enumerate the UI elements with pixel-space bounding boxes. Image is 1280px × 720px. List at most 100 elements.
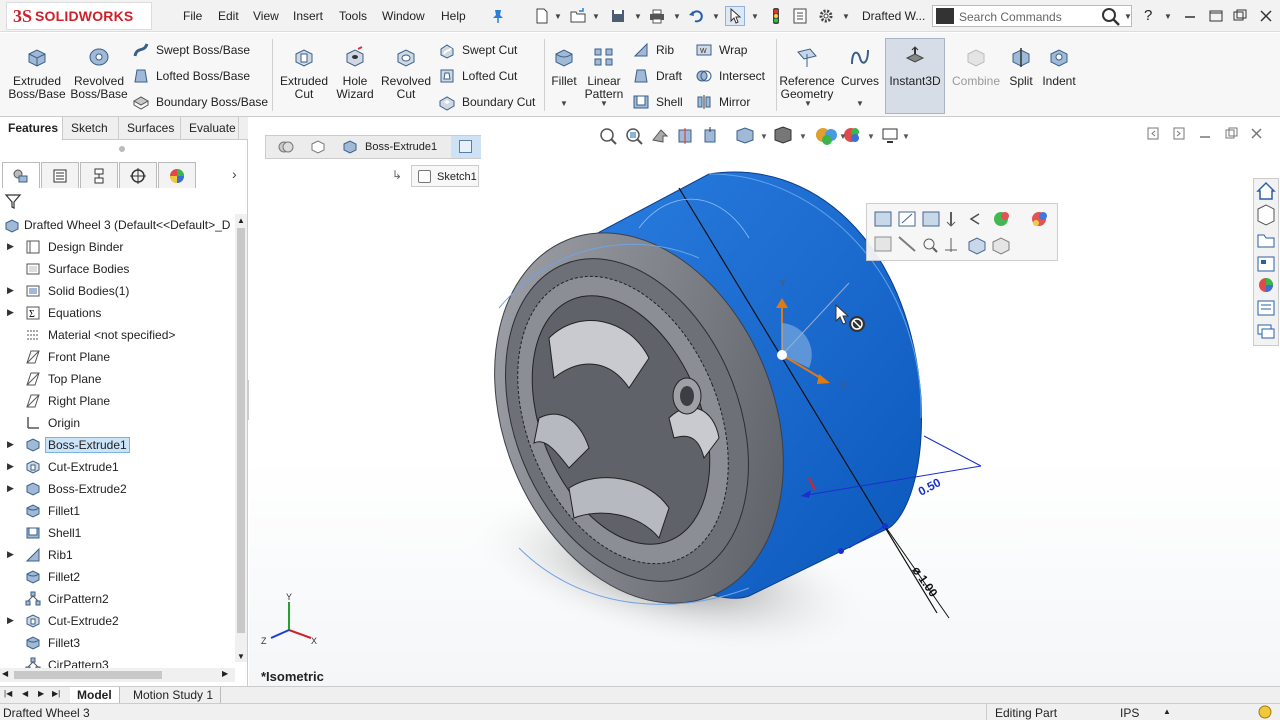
mirror-button[interactable]: Mirror [695, 93, 750, 111]
open-icon[interactable] [568, 6, 588, 26]
scroll-left-icon[interactable]: ◀ [2, 669, 8, 678]
sketch-plane-icon[interactable] [922, 211, 940, 227]
tree-item[interactable]: CirPattern2 [0, 588, 235, 610]
undo-caret-icon[interactable]: ▼ [712, 12, 720, 21]
zoom-selection-icon[interactable] [923, 238, 938, 253]
options-gear-icon[interactable] [816, 6, 836, 26]
search-icon[interactable] [1101, 7, 1121, 30]
boundary-boss-button[interactable]: Boundary Boss/Base [132, 93, 268, 111]
fillet-caret-icon[interactable]: ▼ [560, 99, 568, 108]
curves-caret-icon[interactable]: ▼ [856, 99, 864, 108]
extruded-boss-button[interactable]: Extruded Boss/Base [8, 45, 66, 101]
print-caret-icon[interactable]: ▼ [673, 12, 681, 21]
linear-pattern-button[interactable]: Linear Pattern [582, 45, 626, 101]
tree-item[interactable]: Material <not specified> [0, 324, 235, 346]
extruded-cut-button[interactable]: Extruded Cut [277, 45, 331, 101]
tree-item[interactable]: Front Plane [0, 346, 235, 368]
tab-sketch[interactable]: Sketch [63, 117, 119, 140]
units-caret-icon[interactable]: ▲ [1163, 707, 1171, 716]
tree-item[interactable]: Top Plane [0, 368, 235, 390]
tab-model[interactable]: Model [70, 687, 120, 704]
property-manager-tab-icon[interactable] [41, 162, 79, 188]
tree-item[interactable]: ▶ Σ Equations [0, 302, 235, 324]
expand-arrow-icon[interactable]: ▶ [7, 549, 14, 560]
scroll-down-icon[interactable]: ▼ [237, 652, 245, 661]
swept-cut-button[interactable]: Swept Cut [438, 41, 517, 59]
options-caret-icon[interactable]: ▼ [842, 12, 850, 21]
tree-item[interactable]: ▶ Solid Bodies(1) [0, 280, 235, 302]
tree-item[interactable]: ▶ Cut-Extrude2 [0, 610, 235, 632]
filter-icon[interactable] [4, 192, 22, 213]
intersect-button[interactable]: Intersect [695, 67, 765, 85]
reference-caret-icon[interactable]: ▼ [804, 99, 812, 108]
minimize-icon[interactable] [1180, 6, 1200, 26]
restore-icon[interactable] [1206, 6, 1226, 26]
hide-icon[interactable] [898, 236, 916, 252]
pattern-caret-icon[interactable]: ▼ [600, 99, 608, 108]
indent-button[interactable]: Indent [1040, 45, 1078, 88]
wrap-button[interactable]: W Wrap [695, 41, 747, 59]
maximize-icon[interactable] [1230, 6, 1250, 26]
status-units[interactable]: IPS [1120, 706, 1139, 720]
display-manager-tab-icon[interactable] [158, 162, 196, 188]
search-commands-input[interactable]: Search Commands [932, 5, 1132, 27]
file-explorer-icon[interactable] [1257, 234, 1275, 248]
save-caret-icon[interactable]: ▼ [634, 12, 642, 21]
tab-prev-icon[interactable]: ◀ [22, 689, 28, 698]
select-icon[interactable] [725, 6, 745, 26]
expand-arrow-icon[interactable]: ▶ [7, 307, 14, 318]
rebuild-icon[interactable] [766, 6, 786, 26]
color-wheel-icon[interactable] [1032, 212, 1047, 226]
search-scope-icon[interactable] [936, 8, 954, 24]
menu-insert[interactable]: Insert [293, 9, 323, 23]
new-caret-icon[interactable]: ▼ [554, 12, 562, 21]
home-icon[interactable] [1256, 181, 1276, 200]
view-3d-icon[interactable] [968, 237, 986, 255]
lofted-cut-button[interactable]: Lofted Cut [438, 67, 517, 85]
file-properties-icon[interactable] [790, 6, 810, 26]
hole-wizard-button[interactable]: Hole Wizard [333, 45, 377, 101]
swept-boss-button[interactable]: Swept Boss/Base [132, 41, 250, 59]
rib-button[interactable]: Rib [632, 41, 674, 59]
tree-item[interactable]: Fillet2 [0, 566, 235, 588]
depth-dimension-label[interactable]: 0.50 [916, 475, 943, 498]
undo-icon[interactable] [686, 6, 706, 26]
appearances-icon[interactable] [1259, 278, 1273, 292]
save-icon[interactable] [608, 6, 628, 26]
tree-horizontal-scrollbar[interactable]: ◀ ▶ [0, 668, 235, 682]
reference-geometry-button[interactable]: Reference Geometry [779, 45, 835, 101]
tree-item[interactable]: ▶ Boss-Extrude1 [0, 434, 235, 456]
normal-to-icon[interactable] [945, 238, 957, 252]
select-other-icon[interactable] [874, 236, 892, 252]
revolved-boss-button[interactable]: Revolved Boss/Base [70, 45, 128, 101]
pin-icon[interactable] [488, 6, 508, 26]
tree-item[interactable]: Fillet1 [0, 500, 235, 522]
tab-last-icon[interactable]: ▶| [52, 689, 60, 698]
tree-item[interactable]: ▶ Boss-Extrude2 [0, 478, 235, 500]
design-library-icon[interactable] [1257, 204, 1275, 226]
close-icon[interactable] [1256, 6, 1276, 26]
new-document-icon[interactable] [532, 6, 552, 26]
solidworks-logo[interactable]: 3S SOLIDWORKS [6, 2, 152, 30]
tree-item[interactable]: ▶ Rib1 [0, 544, 235, 566]
fillet-button[interactable]: Fillet [548, 45, 580, 88]
menu-view[interactable]: View [253, 9, 279, 23]
print-icon[interactable] [647, 6, 667, 26]
dimxpert-tab-icon[interactable] [119, 162, 157, 188]
tree-item[interactable]: Fillet3 [0, 632, 235, 654]
scroll-up-icon[interactable]: ▲ [237, 216, 245, 225]
expand-arrow-icon[interactable]: ▶ [7, 285, 14, 296]
draft-button[interactable]: Draft [632, 67, 682, 85]
curves-button[interactable]: Curves [839, 45, 881, 88]
menu-file[interactable]: File [183, 9, 202, 23]
expand-arrow-icon[interactable]: ▶ [7, 439, 14, 450]
search-caret-icon[interactable]: ▼ [1124, 12, 1132, 21]
menu-window[interactable]: Window [382, 9, 425, 23]
tab-evaluate[interactable]: Evaluate [181, 117, 239, 140]
graphics-area[interactable]: Boss-Extrude1 ↳ Sketch1 ▼ ▼ ▼ ▼ ▼ 0.50 ⌀… [249, 118, 1280, 686]
feature-tree-tab-icon[interactable] [2, 162, 40, 188]
scroll-right-icon[interactable]: ▶ [222, 669, 228, 678]
tab-features[interactable]: Features [0, 117, 63, 140]
tree-item[interactable]: Surface Bodies [0, 258, 235, 280]
tab-surfaces[interactable]: Surfaces [119, 117, 181, 140]
